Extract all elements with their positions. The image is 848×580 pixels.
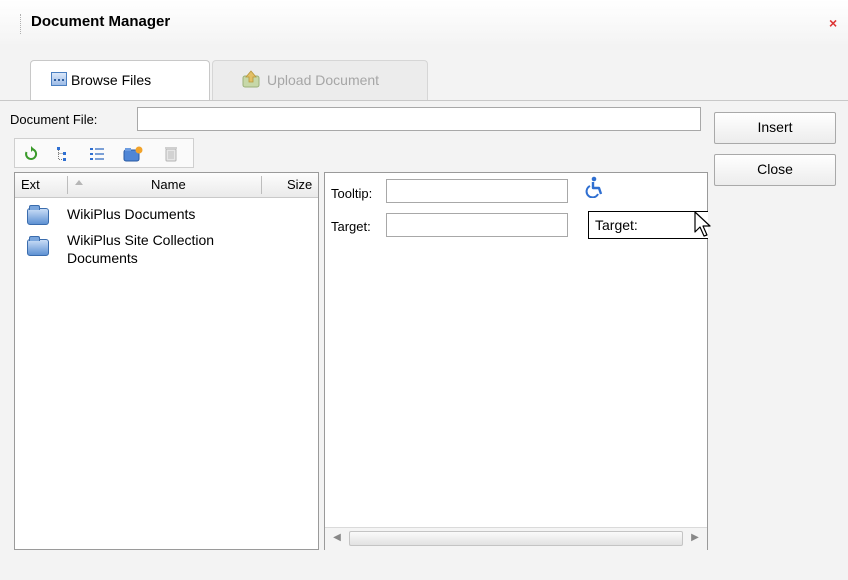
column-size[interactable]: Size xyxy=(287,173,312,197)
accessibility-icon[interactable] xyxy=(584,176,606,198)
tooltip-label: Tooltip: xyxy=(331,186,373,201)
dialog-title: Document Manager xyxy=(31,13,171,30)
column-separator xyxy=(261,176,262,194)
target-dropdown-label: Target: xyxy=(595,217,638,233)
upload-document-icon xyxy=(242,70,260,88)
tree-view-icon[interactable] xyxy=(55,146,71,162)
horizontal-scrollbar[interactable]: ◀ ▶ xyxy=(325,527,707,550)
tab-strip: Browse Files Upload Document xyxy=(0,44,848,101)
sort-up-icon xyxy=(75,180,83,185)
tab-label: Browse Files xyxy=(71,72,152,88)
column-separator xyxy=(67,176,68,194)
file-list-header: Ext Name Size xyxy=(15,173,318,198)
close-icon[interactable]: × xyxy=(829,15,837,31)
file-list[interactable]: Ext Name Size WikiPlus Documents WikiPlu… xyxy=(14,172,319,550)
mouse-pointer-icon xyxy=(694,211,711,237)
scroll-left-icon[interactable]: ◀ xyxy=(329,530,345,546)
target-dropdown[interactable]: Target: xyxy=(588,211,708,239)
title-grip xyxy=(20,14,23,34)
delete-icon[interactable] xyxy=(163,146,179,162)
document-file-label: Document File: xyxy=(10,112,98,127)
list-item-label: WikiPlus Documents xyxy=(67,206,196,222)
refresh-icon[interactable] xyxy=(23,146,39,162)
new-folder-icon[interactable] xyxy=(123,146,143,162)
scroll-right-icon[interactable]: ▶ xyxy=(687,530,703,546)
tab-divider xyxy=(0,100,848,101)
scrollbar-thumb[interactable] xyxy=(349,531,683,546)
folder-icon xyxy=(27,205,49,225)
tab-upload-document[interactable]: Upload Document xyxy=(212,60,428,101)
tooltip-input[interactable] xyxy=(386,179,568,203)
tab-label: Upload Document xyxy=(267,72,380,88)
target-label: Target: xyxy=(331,219,371,234)
browse-files-icon xyxy=(51,72,67,86)
insert-button[interactable]: Insert xyxy=(714,112,836,144)
dialog-titlebar: Document Manager × xyxy=(0,0,848,45)
document-file-input[interactable] xyxy=(137,107,701,131)
file-toolbar xyxy=(14,138,194,168)
list-item-label: WikiPlus Site Collection Documents xyxy=(67,232,215,266)
properties-pane: Tooltip: Target: Target: ◀ ▶ xyxy=(324,172,711,550)
close-button[interactable]: Close xyxy=(714,154,836,186)
column-name[interactable]: Name xyxy=(151,173,186,197)
folder-icon xyxy=(27,236,49,256)
target-input[interactable] xyxy=(386,213,568,237)
list-item[interactable]: WikiPlus Site Collection Documents xyxy=(15,229,318,269)
list-view-icon[interactable] xyxy=(89,146,105,162)
tab-browse-files[interactable]: Browse Files xyxy=(30,60,210,101)
column-ext[interactable]: Ext xyxy=(21,173,40,197)
list-item[interactable]: WikiPlus Documents xyxy=(15,203,318,227)
